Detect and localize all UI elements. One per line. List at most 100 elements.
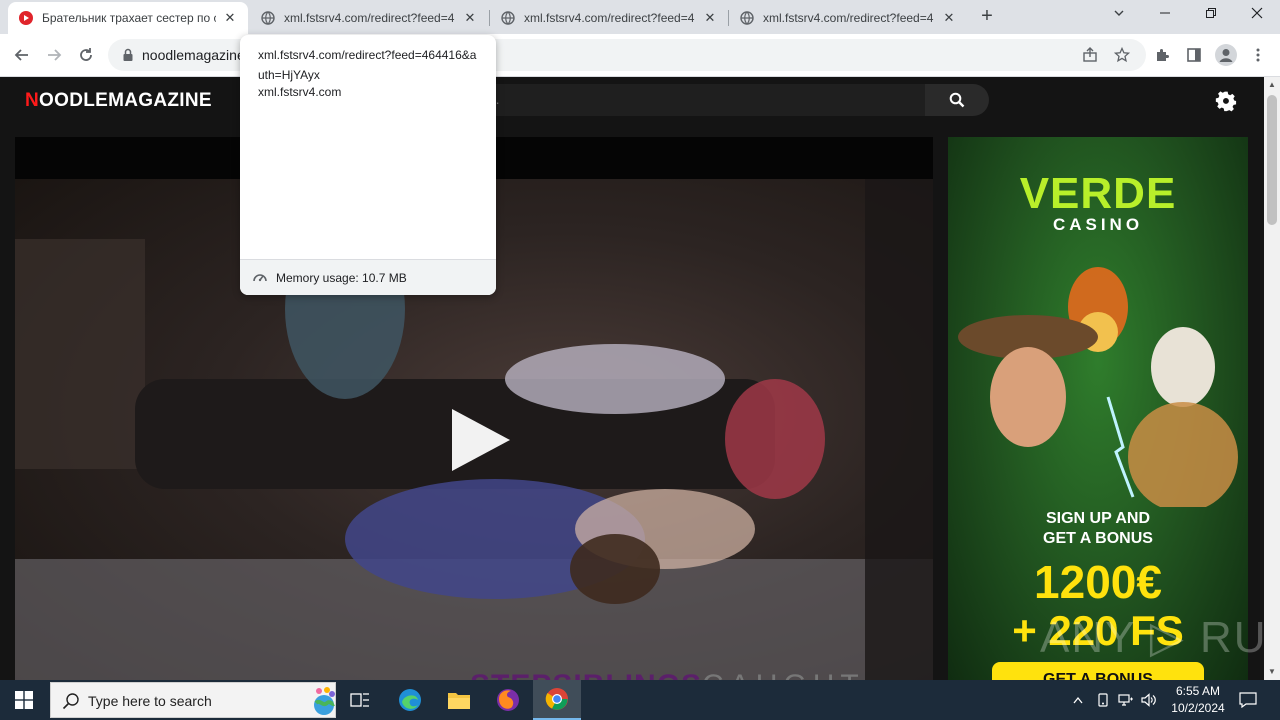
search-icon bbox=[949, 92, 965, 108]
ad-signup-line1: SIGN UP AND bbox=[1045, 510, 1150, 527]
avatar-icon bbox=[1215, 44, 1237, 66]
edge-icon bbox=[399, 689, 421, 711]
restore-button[interactable] bbox=[1188, 0, 1234, 30]
site-search-input[interactable]: n... bbox=[470, 84, 925, 116]
firefox-icon bbox=[497, 689, 519, 711]
page-scrollbar[interactable]: ▲ ▼ bbox=[1264, 77, 1280, 680]
ad-cta-button[interactable]: GET A BONUS bbox=[992, 662, 1204, 680]
side-panel-icon bbox=[1187, 48, 1201, 62]
side-panel-button[interactable] bbox=[1180, 41, 1208, 69]
tab-item[interactable]: xml.fstsrv4.com/redirect?feed=4 ✕ bbox=[490, 2, 728, 34]
hover-card-domain: xml.fstsrv4.com bbox=[258, 85, 342, 99]
forward-arrow-icon bbox=[48, 49, 62, 61]
tab-strip: Брательник трахает сестер по с ✕ xml.fst… bbox=[0, 0, 1280, 34]
minimize-button[interactable] bbox=[1142, 0, 1188, 30]
globe-icon bbox=[739, 10, 755, 26]
reload-button[interactable] bbox=[72, 41, 100, 69]
search-highlight-globe-icon bbox=[314, 687, 335, 715]
close-icon[interactable]: ✕ bbox=[462, 10, 478, 26]
notification-center-button[interactable] bbox=[1236, 680, 1260, 720]
watermark-thin: CAUGHT bbox=[702, 669, 865, 680]
windows-logo-icon bbox=[15, 691, 33, 709]
ad-signup-line2: GET A BONUS bbox=[1043, 530, 1153, 547]
tray-overflow[interactable] bbox=[1068, 680, 1088, 720]
anyrun-watermark: ANY ▷ RUN bbox=[1040, 613, 1264, 662]
taskbar-chrome[interactable] bbox=[533, 680, 581, 720]
scroll-up-icon[interactable]: ▲ bbox=[1267, 80, 1277, 90]
task-view-icon bbox=[350, 693, 369, 707]
share-icon[interactable] bbox=[1082, 47, 1098, 63]
new-tab-button[interactable]: + bbox=[976, 6, 998, 28]
back-button[interactable] bbox=[8, 41, 36, 69]
taskbar-search[interactable]: Type here to search bbox=[50, 682, 336, 718]
address-text: noodlemagazine bbox=[142, 47, 245, 63]
gear-icon[interactable] bbox=[1215, 90, 1237, 112]
back-arrow-icon bbox=[14, 49, 28, 61]
kebab-menu-icon bbox=[1256, 48, 1260, 62]
memory-usage: Memory usage: 10.7 MB bbox=[276, 271, 407, 285]
reload-icon bbox=[80, 48, 92, 61]
hover-card-footer: Memory usage: 10.7 MB bbox=[240, 259, 496, 295]
puzzle-icon bbox=[1157, 49, 1169, 61]
device-icon bbox=[1098, 693, 1108, 707]
taskbar-file-explorer[interactable] bbox=[435, 680, 483, 720]
play-icon[interactable] bbox=[448, 407, 514, 473]
tray-device[interactable] bbox=[1092, 680, 1114, 720]
scroll-down-icon[interactable]: ▼ bbox=[1267, 667, 1277, 677]
restore-icon bbox=[1206, 8, 1216, 18]
site-logo[interactable]: NOODLEMAGAZINE bbox=[25, 90, 212, 112]
extensions-button[interactable] bbox=[1148, 41, 1176, 69]
close-icon[interactable]: ✕ bbox=[941, 10, 957, 26]
volume-icon bbox=[1141, 693, 1156, 707]
ad-bonus-amount: 1200€ bbox=[1034, 556, 1162, 608]
ad-signup-text: SIGN UP AND GET A BONUS bbox=[948, 509, 1248, 549]
start-button[interactable] bbox=[0, 680, 48, 720]
taskbar-search-placeholder: Type here to search bbox=[88, 693, 212, 709]
globe-icon bbox=[260, 10, 276, 26]
close-icon bbox=[1251, 7, 1263, 19]
gauge-icon bbox=[253, 274, 267, 282]
site-search-button[interactable] bbox=[925, 84, 989, 116]
tray-volume[interactable] bbox=[1138, 680, 1160, 720]
clock-date: 10/2/2024 bbox=[1171, 701, 1225, 715]
forward-button[interactable] bbox=[40, 41, 68, 69]
minimize-icon bbox=[1160, 12, 1170, 14]
ad-brand-sub: CASINO bbox=[1052, 215, 1144, 234]
star-icon[interactable] bbox=[1114, 47, 1130, 63]
search-icon bbox=[62, 693, 79, 710]
menu-button[interactable] bbox=[1244, 41, 1272, 69]
clock-time: 6:55 AM bbox=[1175, 684, 1221, 698]
watermark-bold: STEPSIBLINGS bbox=[470, 669, 702, 680]
video-watermark: STEPSIBLINGSCAUGHT bbox=[470, 669, 865, 680]
tab-title: xml.fstsrv4.com/redirect?feed=4 bbox=[763, 11, 934, 25]
tab-item[interactable]: xml.fstsrv4.com/redirect?feed=4 ✕ bbox=[250, 2, 488, 34]
tab-hover-card: xml.fstsrv4.com/redirect?feed=464416&aut… bbox=[240, 35, 496, 295]
close-window-button[interactable] bbox=[1234, 0, 1280, 30]
chevron-up-icon bbox=[1073, 696, 1083, 704]
lock-icon bbox=[123, 48, 133, 61]
profile-button[interactable] bbox=[1212, 41, 1240, 69]
globe-icon bbox=[500, 10, 516, 26]
tab-search-button[interactable] bbox=[1096, 0, 1142, 30]
tab-title: xml.fstsrv4.com/redirect?feed=4 bbox=[524, 11, 695, 25]
logo-letter: N bbox=[25, 90, 40, 111]
taskbar-firefox[interactable] bbox=[484, 680, 532, 720]
web-page: NOODLEMAGAZINE n... STEPSIBLINGSCAUGHT bbox=[0, 77, 1264, 680]
tab-item[interactable]: xml.fstsrv4.com/redirect?feed=4 ✕ bbox=[729, 2, 967, 34]
hover-card-title: xml.fstsrv4.com/redirect?feed=464416&aut… bbox=[258, 48, 477, 82]
casino-ad-banner[interactable]: VERDE CASINO SIGN UP AND GET A BONUS 1200… bbox=[948, 137, 1248, 680]
logo-text: OODLEMAGAZINE bbox=[39, 90, 212, 111]
notification-icon bbox=[1239, 692, 1257, 708]
windows-taskbar: Type here to search 6:55 AM 10/2/2024 bbox=[0, 680, 1280, 720]
scrollbar-thumb[interactable] bbox=[1267, 95, 1277, 225]
close-icon[interactable]: ✕ bbox=[222, 10, 238, 26]
folder-icon bbox=[448, 693, 470, 709]
ad-brand: VERDE bbox=[1019, 169, 1177, 218]
tab-title: xml.fstsrv4.com/redirect?feed=4 bbox=[284, 11, 455, 25]
taskbar-clock[interactable]: 6:55 AM 10/2/2024 bbox=[1160, 683, 1236, 717]
task-view-button[interactable] bbox=[336, 680, 384, 720]
tray-network[interactable] bbox=[1115, 680, 1137, 720]
close-icon[interactable]: ✕ bbox=[702, 10, 718, 26]
tab-active[interactable]: Брательник трахает сестер по с ✕ bbox=[8, 2, 248, 34]
taskbar-edge[interactable] bbox=[386, 680, 434, 720]
